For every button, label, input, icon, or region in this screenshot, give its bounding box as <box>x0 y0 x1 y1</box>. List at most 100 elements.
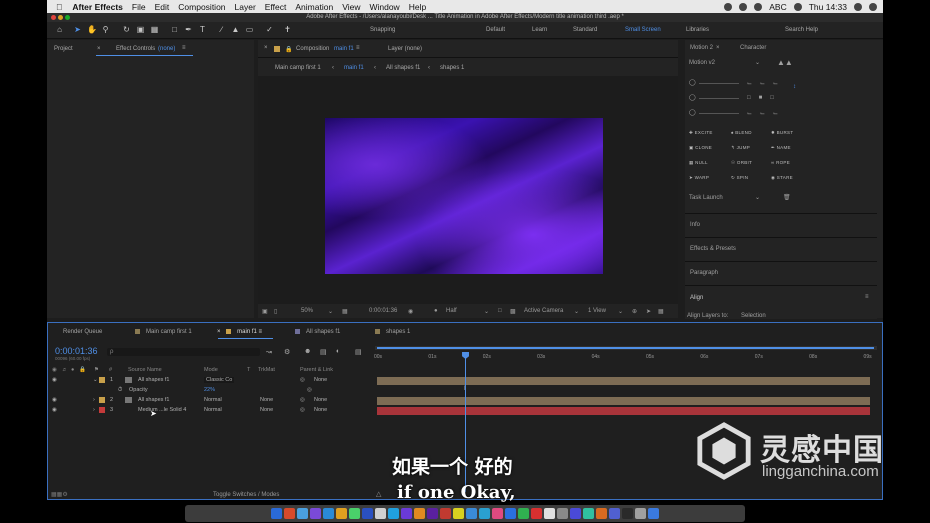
roi-icon[interactable]: □ <box>498 308 502 314</box>
visibility-eye-icon[interactable]: ◉ <box>52 377 57 383</box>
character-tab[interactable]: Character <box>740 45 766 51</box>
composition-frame-preview[interactable] <box>325 118 603 274</box>
info-panel-header[interactable]: Info <box>685 213 877 237</box>
dock-app-icon[interactable] <box>466 508 477 519</box>
home-icon[interactable]: ⌂ <box>55 25 64 34</box>
type-tool-icon[interactable]: T <box>198 25 207 34</box>
layer-parent-dropdown[interactable]: None <box>314 407 327 413</box>
menu-app-name[interactable]: After Effects <box>72 2 123 12</box>
layer-name[interactable]: All shapes f1 <box>138 377 170 383</box>
column-source-name[interactable]: Source Name <box>128 367 162 373</box>
snapshot-icon[interactable]: ◉ <box>408 308 413 315</box>
grid-icon[interactable]: ▦ <box>342 308 348 315</box>
panel-menu-icon[interactable]: ≡ <box>182 45 186 51</box>
slider-1-knob-icon[interactable]: ◯ <box>689 79 696 86</box>
dock-app-icon[interactable] <box>557 508 568 519</box>
anchor-arrows-icon[interactable]: ↕ <box>793 84 796 90</box>
parent-pickwhip-icon[interactable]: ◎ <box>300 377 305 383</box>
effects-presets-panel-header[interactable]: Effects & Presets <box>685 237 877 261</box>
name-button[interactable]: ✒ NAME <box>771 145 791 151</box>
mountain-icon[interactable]: ▲▲ <box>777 58 793 67</box>
pan-behind-tool-icon[interactable]: ▦ <box>150 25 159 34</box>
layer-label-color[interactable] <box>99 397 105 403</box>
menu-composition[interactable]: Composition <box>178 2 225 12</box>
fast-previews-icon[interactable]: ➤ <box>646 308 651 315</box>
panel-menu-icon[interactable]: ≡ <box>356 45 360 51</box>
align-target-dropdown[interactable]: Selection <box>741 313 766 319</box>
layer-3-duration-bar[interactable] <box>377 407 870 415</box>
draft-3d-icon[interactable]: ⚙ <box>284 348 290 356</box>
breadcrumb-main-f1[interactable]: main f1 <box>344 65 364 71</box>
current-time-display[interactable]: 0:00:01:36 <box>369 308 397 314</box>
timeline-search-input[interactable]: ρ <box>107 348 260 356</box>
show-channel-icon[interactable]: ● <box>434 308 438 314</box>
slider-2-track[interactable] <box>699 98 739 99</box>
layer-row-2[interactable]: ◉ › 2 All shapes f1 Normal None ◎ None <box>48 396 373 405</box>
excite-button[interactable]: ✚ EXCITE <box>689 130 713 136</box>
dock-app-icon[interactable] <box>349 508 360 519</box>
breadcrumb-main-camp[interactable]: Main camp first 1 <box>275 65 321 71</box>
dock-app-icon[interactable] <box>583 508 594 519</box>
dock-app-icon[interactable] <box>401 508 412 519</box>
menu-file[interactable]: File <box>132 2 146 12</box>
dock-app-icon[interactable] <box>492 508 503 519</box>
layer-parent-dropdown[interactable]: None <box>314 397 327 403</box>
column-t[interactable]: T <box>247 367 250 373</box>
motion-preset-dropdown[interactable]: Motion v2 <box>689 60 715 66</box>
close-icon[interactable]: × <box>97 46 101 52</box>
dock-app-icon[interactable] <box>479 508 490 519</box>
solo-column-icon[interactable]: ● <box>71 367 74 373</box>
menu-help[interactable]: Help <box>409 2 426 12</box>
dock-app-icon[interactable] <box>570 508 581 519</box>
tab-all-shapes[interactable]: All shapes f1 <box>295 329 340 335</box>
layer-row-3[interactable]: ◉ › 3 Medium ...le Solid 4 Normal None ◎… <box>48 406 373 415</box>
task-dropdown[interactable]: Task Launch <box>689 195 723 201</box>
motion-blur-icon[interactable]: ◐ <box>336 348 340 355</box>
blend-button[interactable]: ♠ BLEND <box>731 130 752 135</box>
breadcrumb-shapes-1[interactable]: shapes 1 <box>440 65 464 71</box>
dock-app-icon[interactable] <box>453 508 464 519</box>
work-area-range[interactable] <box>377 347 874 349</box>
tab-main-f1[interactable]: × main f1 ≡ <box>217 329 262 335</box>
expand-chevron-icon[interactable]: ⌄ <box>93 377 98 383</box>
layer-1-duration-bar[interactable] <box>377 377 870 385</box>
graph-editor-icon[interactable]: ▤ <box>355 348 362 356</box>
layer-label-color[interactable] <box>99 377 105 383</box>
label-column-icon[interactable]: ⚑ <box>94 367 99 373</box>
visibility-eye-icon[interactable]: ◉ <box>52 397 57 403</box>
zoom-window-icon[interactable] <box>65 15 70 20</box>
layer-name[interactable]: Medium ...le Solid 4 <box>138 407 186 413</box>
anchor-grid-row-2[interactable]: □■□ <box>747 95 782 101</box>
dock-app-icon[interactable] <box>635 508 646 519</box>
wifi-icon[interactable] <box>754 2 763 11</box>
stare-button[interactable]: ◉ STARE <box>771 175 793 181</box>
workspace-learn[interactable]: Learn <box>532 27 547 33</box>
layer-tab[interactable]: Layer (none) <box>388 46 422 52</box>
menu-edit[interactable]: Edit <box>155 2 170 12</box>
layer-label-color[interactable] <box>99 407 105 413</box>
camera-view-dropdown[interactable]: Active Camera <box>524 308 563 314</box>
project-tab[interactable]: Project <box>54 46 73 52</box>
lock-column-icon[interactable]: 🔒 <box>79 367 86 373</box>
effect-controls-tab[interactable]: Effect Controls <box>116 46 155 52</box>
dock-app-icon[interactable] <box>544 508 555 519</box>
footer-icons[interactable]: ▦▦⚙ <box>51 491 68 498</box>
status-icon-2[interactable] <box>739 2 748 11</box>
menu-effect[interactable]: Effect <box>265 2 287 12</box>
pickwhip-icon[interactable]: ◎ <box>307 387 312 393</box>
tab-render-queue[interactable]: Render Queue <box>63 329 102 335</box>
composition-tab-label[interactable]: Composition <box>296 46 329 52</box>
resolution-dropdown[interactable]: Half <box>446 308 457 314</box>
region-icon[interactable]: ▯ <box>274 308 277 315</box>
dock-app-icon[interactable] <box>518 508 529 519</box>
column-number[interactable]: # <box>109 367 112 373</box>
expand-chevron-icon[interactable]: › <box>93 407 95 413</box>
dock-app-icon[interactable] <box>609 508 620 519</box>
slider-3-track[interactable] <box>699 113 739 114</box>
dock-app-icon[interactable] <box>323 508 334 519</box>
composition-tab-name[interactable]: main f1 <box>334 46 354 52</box>
puppet-tool-icon[interactable]: ✝ <box>283 25 292 34</box>
shy-layers-icon[interactable]: ☻ <box>304 348 311 355</box>
layer-mode-dropdown[interactable]: Classic Co <box>204 377 235 383</box>
notification-icon[interactable] <box>869 2 877 11</box>
